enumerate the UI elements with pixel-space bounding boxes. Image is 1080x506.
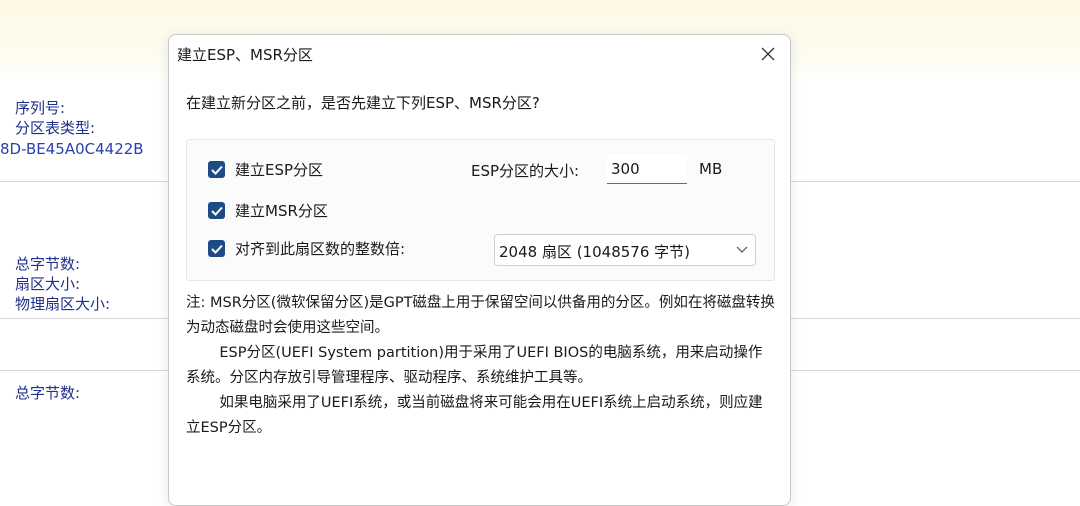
esp-size-unit: MB <box>699 160 723 178</box>
partition-table-type-label: 分区表类型: <box>15 119 96 137</box>
note-paragraph-msr: 注: MSR分区(微软保留分区)是GPT磁盘上用于保留空间以供备用的分区。例如在… <box>186 295 775 336</box>
create-esp-label: 建立ESP分区 <box>235 161 324 179</box>
sector-size-label: 扇区大小: <box>15 275 81 293</box>
serial-number-label: 序列号: <box>15 99 66 117</box>
esp-size-input[interactable] <box>607 154 687 184</box>
checkbox-checked-icon <box>208 202 225 219</box>
options-panel: 建立ESP分区 ESP分区的大小: MB 建立MSR分区 对齐到此扇区数的整数倍… <box>186 139 775 281</box>
align-sectors-checkbox[interactable]: 对齐到此扇区数的整数倍: <box>208 238 405 259</box>
create-msr-checkbox[interactable]: 建立MSR分区 <box>208 200 328 221</box>
dialog-prompt: 在建立新分区之前，是否先建立下列ESP、MSR分区? <box>186 94 540 112</box>
disk-guid-value: 8D-BE45A0C4422B <box>0 140 144 158</box>
note-paragraph-uefi: 如果电脑采用了UEFI系统，或当前磁盘将来可能会用在UEFI系统上启动系统，则应… <box>186 395 763 436</box>
create-esp-checkbox[interactable]: 建立ESP分区 <box>208 159 323 180</box>
dialog-title: 建立ESP、MSR分区 <box>177 46 313 64</box>
total-bytes-label-2: 总字节数: <box>15 384 81 402</box>
esp-size-label: ESP分区的大小: <box>471 162 580 180</box>
create-esp-msr-dialog: 建立ESP、MSR分区 在建立新分区之前，是否先建立下列ESP、MSR分区? 建… <box>168 34 791 506</box>
note-text: 注: MSR分区(微软保留分区)是GPT磁盘上用于保留空间以供备用的分区。例如在… <box>186 291 776 441</box>
chevron-down-icon <box>736 246 748 253</box>
alignment-select[interactable]: 2048 扇区 (1048576 字节) <box>494 234 756 266</box>
close-button[interactable] <box>754 41 782 67</box>
physical-sector-size-label: 物理扇区大小: <box>15 295 111 313</box>
alignment-select-value: 2048 扇区 (1048576 字节) <box>499 243 690 261</box>
create-msr-label: 建立MSR分区 <box>235 202 328 220</box>
close-icon <box>761 47 775 61</box>
checkbox-checked-icon <box>208 161 225 178</box>
align-sectors-label: 对齐到此扇区数的整数倍: <box>235 240 406 258</box>
note-paragraph-esp: ESP分区(UEFI System partition)用于采用了UEFI BI… <box>186 345 763 386</box>
total-bytes-label: 总字节数: <box>15 255 81 273</box>
checkbox-checked-icon <box>208 240 225 257</box>
